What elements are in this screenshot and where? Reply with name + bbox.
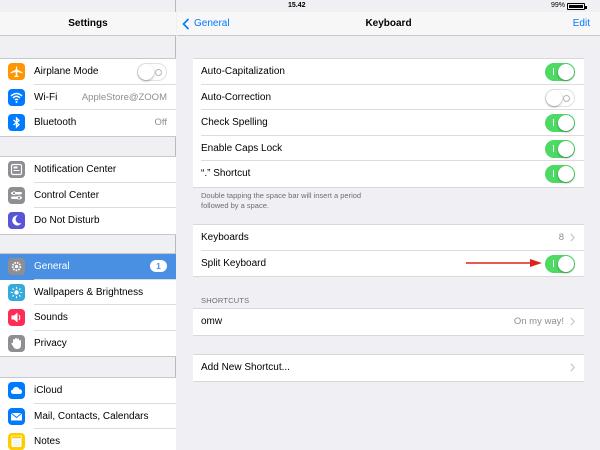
sidebar-item-label: Mail, Contacts, Calendars bbox=[34, 410, 149, 422]
sidebar-item-mail-contacts-calendars[interactable]: Mail, Contacts, Calendars bbox=[0, 404, 176, 429]
sidebar-item-label: Notification Center bbox=[34, 164, 117, 175]
option-check-spelling: Check Spelling bbox=[193, 110, 584, 136]
bluetooth-value: Off bbox=[154, 117, 168, 128]
option-enable-caps-lock: Enable Caps Lock bbox=[193, 136, 584, 161]
sidebar-item-label: Bluetooth bbox=[34, 117, 77, 128]
sidebar-item-bluetooth[interactable]: Bluetooth Off bbox=[0, 110, 176, 136]
auto-correction-toggle[interactable] bbox=[545, 88, 575, 107]
keyboards-count: 8 bbox=[558, 232, 564, 243]
speaker-icon bbox=[8, 309, 25, 326]
period-shortcut-toggle[interactable] bbox=[545, 165, 575, 183]
sidebar-item-label: Control Center bbox=[34, 189, 100, 201]
sidebar-item-control-center[interactable]: Control Center bbox=[0, 183, 176, 208]
chevron-right-icon bbox=[570, 233, 575, 242]
sidebar-group-centers: Notification Center Control Center Do No… bbox=[0, 156, 176, 235]
shortcuts-group: omw On my way! bbox=[193, 308, 584, 336]
settings-sidebar: Settings Airplane Mode Wi-Fi AppleStore@… bbox=[0, 0, 176, 450]
sidebar-item-wifi[interactable]: Wi-Fi AppleStore@ZOOM bbox=[0, 85, 176, 110]
sidebar-item-privacy[interactable]: Privacy bbox=[0, 331, 176, 357]
add-shortcut-group: Add New Shortcut... bbox=[193, 354, 584, 382]
page-title: Keyboard bbox=[365, 18, 412, 29]
sidebar-item-icloud[interactable]: iCloud bbox=[0, 378, 176, 404]
sidebar-item-do-not-disturb[interactable]: Do Not Disturb bbox=[0, 208, 176, 234]
auto-capitalization-toggle[interactable] bbox=[545, 63, 575, 81]
option-label: Enable Caps Lock bbox=[201, 142, 283, 154]
wallpaper-icon bbox=[8, 283, 25, 301]
airplane-icon bbox=[8, 63, 25, 80]
bluetooth-icon bbox=[8, 114, 25, 131]
sidebar-item-general[interactable]: General 1 bbox=[0, 254, 176, 280]
keyboards-row[interactable]: Keyboards 8 bbox=[193, 225, 584, 251]
cloud-icon bbox=[8, 382, 25, 399]
sidebar-item-label: Notes bbox=[34, 436, 61, 447]
sidebar-group-connectivity: Airplane Mode Wi-Fi AppleStore@ZOOM Blue… bbox=[0, 58, 176, 137]
sidebar-item-label: Wallpapers & Brightness bbox=[34, 286, 144, 298]
sidebar-item-label: Privacy bbox=[34, 337, 67, 349]
split-keyboard-toggle[interactable] bbox=[545, 254, 575, 273]
sidebar-title: Settings bbox=[68, 18, 108, 29]
notification-center-icon bbox=[8, 161, 25, 178]
notes-icon bbox=[8, 433, 25, 450]
period-shortcut-footnote: Double tapping the space bar will insert… bbox=[201, 191, 362, 210]
add-new-shortcut-label: Add New Shortcut... bbox=[201, 362, 290, 373]
chevron-right-icon bbox=[570, 317, 575, 326]
sidebar-item-wallpapers-brightness[interactable]: Wallpapers & Brightness bbox=[0, 280, 176, 305]
hand-icon bbox=[8, 334, 25, 352]
option-period-shortcut: “.” Shortcut bbox=[193, 161, 584, 187]
mail-icon bbox=[8, 407, 25, 425]
add-new-shortcut-row[interactable]: Add New Shortcut... bbox=[193, 355, 584, 381]
option-label: Split Keyboard bbox=[201, 257, 267, 269]
detail-navbar: General Keyboard Edit bbox=[177, 12, 600, 36]
wifi-icon bbox=[8, 88, 25, 106]
sidebar-group-accounts: iCloud Mail, Contacts, Calendars Notes bbox=[0, 377, 176, 450]
sidebar-group-device: General 1 Wallpapers & Brightness Sounds… bbox=[0, 253, 176, 357]
clock: 15.42 bbox=[288, 2, 306, 9]
sidebar-item-label: General bbox=[34, 261, 70, 272]
shortcut-row[interactable]: omw On my way! bbox=[193, 309, 584, 335]
sidebar-item-sounds[interactable]: Sounds bbox=[0, 305, 176, 331]
airplane-mode-toggle[interactable] bbox=[137, 63, 167, 81]
sidebar-item-notification-center[interactable]: Notification Center bbox=[0, 157, 176, 183]
sidebar-item-airplane-mode[interactable]: Airplane Mode bbox=[0, 59, 176, 85]
option-auto-correction: Auto-Correction bbox=[193, 85, 584, 110]
chevron-right-icon bbox=[570, 363, 575, 372]
option-auto-capitalization: Auto-Capitalization bbox=[193, 59, 584, 85]
keyboard-options-group: Auto-Capitalization Auto-Correction Chec… bbox=[193, 58, 584, 188]
update-badge: 1 bbox=[150, 260, 167, 272]
sidebar-header: Settings bbox=[0, 12, 176, 36]
check-spelling-toggle[interactable] bbox=[545, 114, 575, 132]
option-label: “.” Shortcut bbox=[201, 168, 251, 179]
sidebar-item-label: Wi-Fi bbox=[34, 91, 58, 103]
sidebar-item-notes[interactable]: Notes bbox=[0, 429, 176, 450]
shortcut-phrase-label: omw bbox=[201, 316, 223, 327]
shortcuts-section-header: SHORTCUTS bbox=[201, 296, 250, 305]
battery-icon bbox=[567, 3, 587, 10]
option-label: Check Spelling bbox=[201, 117, 268, 128]
option-label: Keyboards bbox=[201, 232, 249, 243]
battery-percent: 99% bbox=[551, 2, 566, 9]
annotation-arrow-icon bbox=[466, 259, 542, 267]
keyboards-group: Keyboards 8 Split Keyboard bbox=[193, 224, 584, 277]
control-center-icon bbox=[8, 186, 25, 204]
sidebar-item-label: iCloud bbox=[34, 385, 63, 396]
gear-icon bbox=[8, 258, 25, 275]
sidebar-item-label: Sounds bbox=[34, 312, 68, 323]
moon-icon bbox=[8, 212, 25, 229]
wifi-network-value: AppleStore@ZOOM bbox=[81, 91, 167, 103]
sidebar-item-label: Do Not Disturb bbox=[34, 215, 100, 226]
enable-caps-lock-toggle[interactable] bbox=[545, 139, 575, 158]
option-label: Auto-Capitalization bbox=[201, 66, 285, 77]
sidebar-item-label: Airplane Mode bbox=[34, 66, 99, 77]
shortcut-expansion: On my way! bbox=[513, 316, 564, 327]
option-label: Auto-Correction bbox=[201, 91, 272, 103]
edit-button[interactable]: Edit bbox=[573, 18, 590, 29]
